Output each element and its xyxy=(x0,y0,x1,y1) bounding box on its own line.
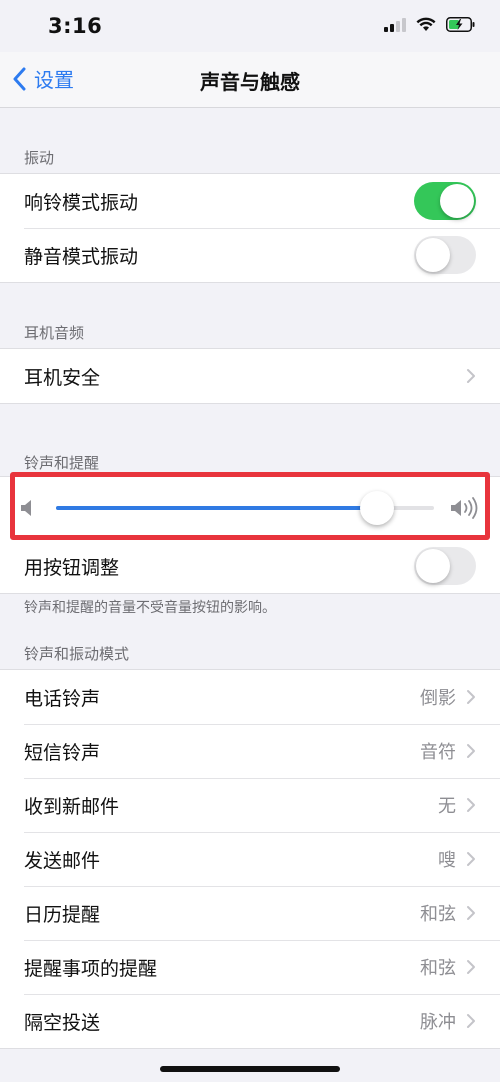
chevron-right-icon xyxy=(467,369,475,383)
row-value: 无 xyxy=(438,796,456,817)
ringer-footer-note: 铃声和提醒的音量不受音量按钮的影响。 xyxy=(24,600,276,616)
home-indicator xyxy=(160,1066,340,1072)
headphone-group: 耳机安全 xyxy=(0,348,500,404)
row-value: 和弦 xyxy=(420,958,456,979)
chevron-right-icon xyxy=(467,1014,475,1028)
toggle-knob xyxy=(440,184,474,218)
toggle-knob xyxy=(416,238,450,272)
section-header-headphone: 耳机音频 xyxy=(24,324,85,342)
row-label: 收到新邮件 xyxy=(24,795,120,818)
silent-vibration-row: 静音模式振动 xyxy=(0,228,500,282)
row-value: 和弦 xyxy=(420,904,456,925)
section-header-patterns: 铃声和振动模式 xyxy=(24,645,130,663)
ring-vibration-toggle[interactable] xyxy=(414,182,476,220)
row-label: 隔空投送 xyxy=(24,1011,101,1034)
chevron-right-icon xyxy=(467,798,475,812)
row-label: 发送邮件 xyxy=(24,849,101,872)
row-value: 倒影 xyxy=(420,688,456,709)
silent-vibration-toggle[interactable] xyxy=(414,236,476,274)
patterns-group: 电话铃声 倒影 短信铃声 音符 收到新邮件无发送邮件嗖日历提醒 和弦 提醒事项的提醒 和弦 隔空… xyxy=(0,669,500,1049)
pattern-row[interactable]: 提醒事项的提醒 和弦 xyxy=(0,940,500,994)
pattern-row[interactable]: 电话铃声 倒影 xyxy=(0,670,500,724)
chevron-right-icon xyxy=(467,690,475,704)
row-label: 用按钮调整 xyxy=(24,556,120,579)
wifi-icon xyxy=(416,17,436,31)
status-time: 3:16 xyxy=(48,14,103,38)
pattern-row[interactable]: 日历提醒 和弦 xyxy=(0,886,500,940)
status-indicators xyxy=(384,17,476,32)
pattern-row[interactable]: 短信铃声 音符 xyxy=(0,724,500,778)
section-header-ringer: 铃声和提醒 xyxy=(24,454,100,472)
row-label: 耳机安全 xyxy=(24,366,101,389)
row-label: 日历提醒 xyxy=(24,903,101,926)
row-label: 静音模式振动 xyxy=(24,245,139,268)
chevron-right-icon xyxy=(467,744,475,758)
section-header-vibration: 振动 xyxy=(24,149,55,167)
toggle-knob xyxy=(416,549,450,583)
battery-charging-icon xyxy=(446,17,475,32)
pattern-row[interactable]: 隔空投送 脉冲 xyxy=(0,994,500,1048)
row-label: 提醒事项的提醒 xyxy=(24,957,158,980)
pattern-row[interactable]: 发送邮件 嗖 xyxy=(0,832,500,886)
row-value: 嗖 xyxy=(438,850,456,871)
headphone-safety-row[interactable]: 耳机安全 xyxy=(0,349,500,403)
row-label: 响铃模式振动 xyxy=(24,191,139,214)
adjust-with-buttons-row: 用按钮调整 xyxy=(0,539,500,593)
navigation-bar: 设置 声音与触感 xyxy=(0,52,500,108)
row-value: 脉冲 xyxy=(420,1012,456,1033)
row-label: 电话铃声 xyxy=(24,687,101,710)
row-label: 短信铃声 xyxy=(24,741,101,764)
chevron-right-icon xyxy=(467,906,475,920)
ring-vibration-row: 响铃模式振动 xyxy=(0,174,500,228)
page-title: 声音与触感 xyxy=(200,70,300,94)
status-bar: 3:16 xyxy=(0,0,500,52)
chevron-right-icon xyxy=(467,852,475,866)
pattern-row[interactable]: 收到新邮件 无 xyxy=(0,778,500,832)
chevron-right-icon xyxy=(467,960,475,974)
row-value: 音符 xyxy=(420,742,456,763)
adjust-with-buttons-toggle[interactable] xyxy=(414,547,476,585)
cellular-signal-icon xyxy=(384,17,406,32)
highlight-annotation xyxy=(10,472,490,540)
vibration-group: 响铃模式振动 静音模式振动 xyxy=(0,173,500,283)
